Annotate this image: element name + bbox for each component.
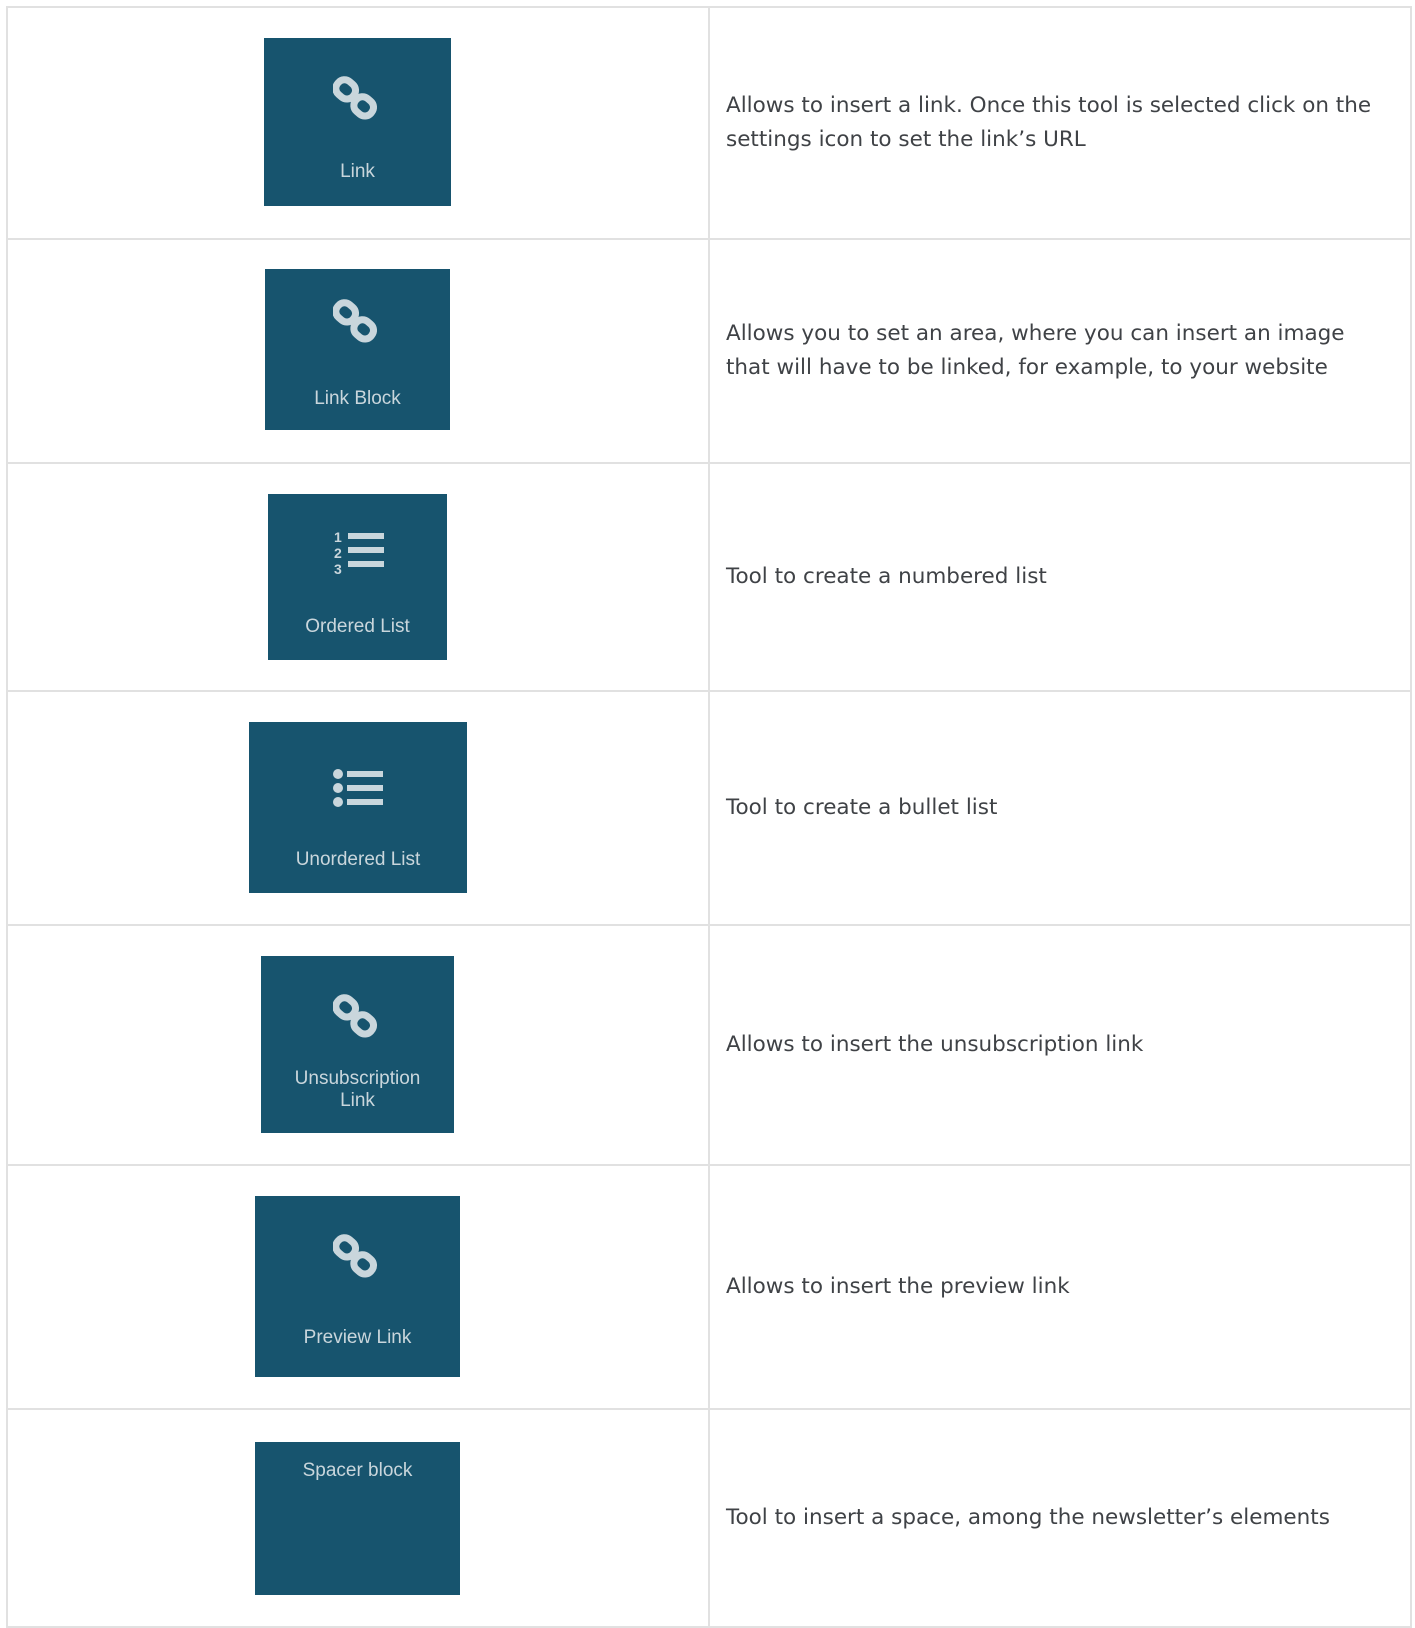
link-tool-tile[interactable]: Link — [264, 38, 451, 206]
tool-description: Allows to insert the preview link — [708, 1164, 1412, 1410]
tool-icon-cell: Preview Link — [6, 1164, 710, 1410]
svg-text:1: 1 — [334, 529, 342, 545]
unordered-list-icon — [249, 768, 467, 810]
svg-text:3: 3 — [334, 561, 342, 577]
table-row: Link Block Allows you to set an area, wh… — [6, 238, 1412, 464]
tool-icon-cell: 1 2 3 Ordered List — [6, 462, 710, 692]
table-row: Link Allows to insert a link. Once this … — [6, 6, 1412, 240]
preview-link-tool-tile[interactable]: Preview Link — [255, 1196, 460, 1377]
unsubscription-link-tool-tile[interactable]: Unsubscription Link — [261, 956, 454, 1133]
link-icon — [265, 299, 450, 349]
tile-label: Unordered List — [295, 849, 421, 870]
tool-icon-cell: Spacer block — [6, 1408, 710, 1628]
spacer-block-tool-tile[interactable]: Spacer block — [255, 1442, 460, 1595]
tool-description: Allows you to set an area, where you can… — [708, 238, 1412, 464]
tool-icon-cell: Unsubscription Link — [6, 924, 710, 1166]
link-icon — [264, 76, 451, 126]
tile-label: Ordered List — [305, 616, 410, 637]
tool-description: Tool to insert a space, among the newsle… — [708, 1408, 1412, 1628]
tool-description: Tool to create a bullet list — [708, 690, 1412, 926]
tile-label: Link — [340, 161, 375, 182]
tool-icon-cell: Link Block — [6, 238, 710, 464]
table-row: Spacer block Tool to insert a space, amo… — [6, 1408, 1412, 1628]
table-row: 1 2 3 Ordered List Tool to create a numb… — [6, 462, 1412, 692]
table-row: Unsubscription Link Allows to insert the… — [6, 924, 1412, 1166]
table-row: Preview Link Allows to insert the previe… — [6, 1164, 1412, 1410]
svg-text:2: 2 — [334, 545, 342, 561]
tile-label: Unsubscription Link — [294, 1068, 421, 1111]
link-block-tool-tile[interactable]: Link Block — [265, 269, 450, 430]
unordered-list-tool-tile[interactable]: Unordered List — [249, 722, 467, 893]
ordered-list-tool-tile[interactable]: 1 2 3 Ordered List — [268, 494, 447, 660]
table-row: Unordered List Tool to create a bullet l… — [6, 690, 1412, 926]
ordered-list-icon: 1 2 3 — [268, 528, 447, 580]
toolbox-table: Link Allows to insert a link. Once this … — [6, 6, 1412, 1628]
tile-label: Preview Link — [303, 1327, 412, 1348]
tool-icon-cell: Unordered List — [6, 690, 710, 926]
link-icon — [255, 1234, 460, 1284]
tile-label: Spacer block — [302, 1460, 413, 1481]
tile-label: Link Block — [314, 388, 401, 409]
tool-description: Tool to create a numbered list — [708, 462, 1412, 692]
tool-description: Allows to insert the unsubscription link — [708, 924, 1412, 1166]
tool-icon-cell: Link — [6, 6, 710, 240]
tool-description: Allows to insert a link. Once this tool … — [708, 6, 1412, 240]
link-icon — [261, 994, 454, 1044]
